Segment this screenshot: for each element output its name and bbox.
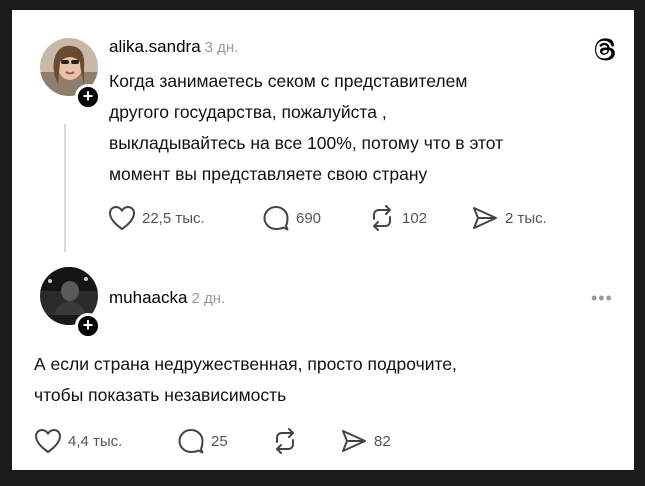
- repost-icon: [373, 205, 391, 231]
- follow-plus-button[interactable]: +: [75, 313, 101, 339]
- comment-count: 690: [296, 209, 322, 227]
- comment-count: 25: [211, 432, 228, 450]
- repost-icon: [276, 428, 294, 454]
- threads-logo-icon[interactable]: [590, 35, 618, 63]
- comment-button[interactable]: 690: [262, 205, 321, 231]
- threads-card: + alika.sandra 3 дн. Когда занимаетесь се…: [12, 10, 634, 470]
- heart-icon: [34, 428, 62, 454]
- comment-bubble-icon: [263, 206, 289, 231]
- username-text[interactable]: muhaacka: [109, 288, 187, 307]
- more-icon[interactable]: •••: [591, 288, 613, 309]
- heart-icon: [108, 205, 136, 231]
- comment-button[interactable]: 25: [177, 428, 228, 454]
- post-text-line: выкладывайтесь на все 100%, потому что в…: [109, 133, 504, 153]
- repost-button[interactable]: [271, 428, 305, 454]
- thread-connector-line: [64, 124, 66, 252]
- post-text-line: Когда занимаетесь секом с представителем: [109, 71, 468, 91]
- like-button[interactable]: 4,4 тыс.: [34, 428, 122, 454]
- follow-plus-button[interactable]: +: [75, 84, 101, 110]
- like-count: 22,5 тыс.: [142, 209, 205, 227]
- share-count: 2 тыс.: [505, 209, 547, 227]
- like-button[interactable]: 22,5 тыс.: [108, 205, 205, 231]
- post-time: 2 дн.: [191, 290, 226, 307]
- post-author[interactable]: muhaacka 2 дн.: [109, 288, 225, 308]
- post-text-line: момент вы представляете свою страну: [109, 164, 428, 184]
- post-text: Когда занимаетесь секом с представителем…: [109, 66, 619, 190]
- send-icon: [342, 430, 366, 452]
- repost-button[interactable]: 102: [368, 205, 427, 231]
- like-count: 4,4 тыс.: [68, 432, 123, 450]
- post-text-line: другого государства, пожалуйста ,: [109, 102, 387, 122]
- share-count: 82: [374, 432, 391, 450]
- username-text[interactable]: alika.sandra: [109, 37, 201, 56]
- post-author[interactable]: alika.sandra 3 дн.: [109, 37, 238, 57]
- post-text-line: чтобы показать независимость: [34, 385, 287, 405]
- share-button[interactable]: 82: [340, 428, 391, 454]
- send-icon: [473, 207, 497, 229]
- comment-bubble-icon: [178, 429, 204, 454]
- post-text-line: А если страна недружественная, просто по…: [34, 354, 457, 374]
- post-text: А если страна недружественная, просто по…: [34, 349, 624, 411]
- share-button[interactable]: 2 тыс.: [471, 205, 547, 231]
- repost-count: 102: [402, 209, 428, 227]
- post-time: 3 дн.: [204, 39, 239, 56]
